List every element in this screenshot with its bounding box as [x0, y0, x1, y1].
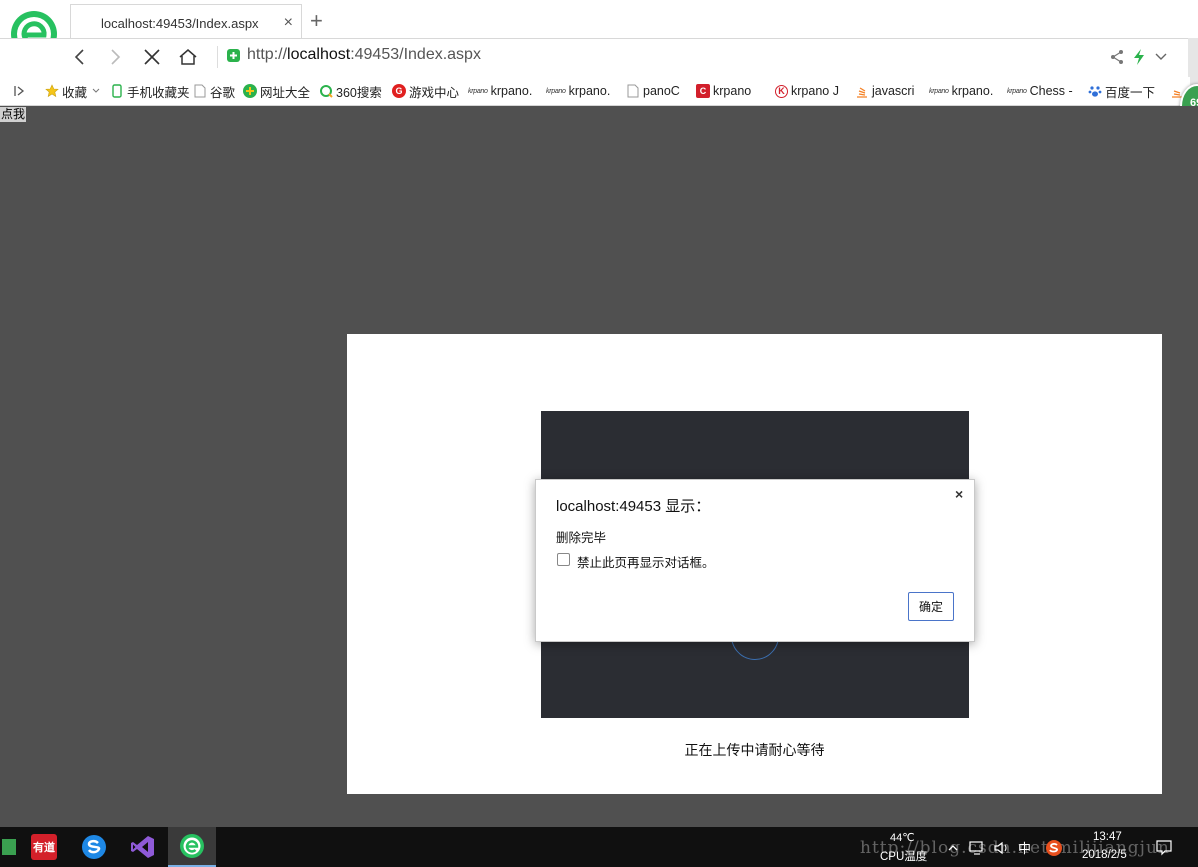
back-button[interactable]	[68, 45, 92, 69]
tray-expand-icon[interactable]	[946, 841, 960, 855]
share-icon[interactable]	[1109, 49, 1125, 65]
bookmark-krpano-j[interactable]: K krpano J	[775, 82, 839, 100]
bookmark-javascript[interactable]: javascri	[855, 82, 914, 100]
suppress-dialogs-label[interactable]: 禁止此页再显示对话框。	[577, 552, 715, 571]
sidebar-toggle-icon[interactable]	[12, 84, 26, 98]
forward-arrow-icon	[111, 49, 121, 65]
taskbar-sogou-browser[interactable]	[72, 827, 116, 867]
bookmark-label: 百度一下	[1105, 85, 1156, 100]
bookmark-label: krpano.	[951, 84, 994, 98]
tab-close-icon[interactable]: ×	[284, 14, 293, 32]
paw-icon	[1088, 84, 1102, 98]
visual-studio-icon	[131, 836, 154, 858]
bookmark-label: krpano.	[490, 84, 533, 98]
chevron-down-icon	[92, 88, 100, 93]
new-tab-button[interactable]: +	[310, 10, 323, 32]
bookmark-label: Chess -	[1029, 84, 1073, 98]
browser-e-icon	[180, 834, 204, 858]
stack-icon	[855, 84, 869, 98]
sogou-browser-icon	[82, 835, 106, 859]
krpano-icon: krpano	[929, 87, 949, 95]
clock-date[interactable]: 2018/2/5	[1082, 849, 1127, 861]
suppress-dialogs-checkbox[interactable]	[557, 553, 570, 566]
bookmark-label: javascri	[872, 84, 915, 98]
bookmark-mobile[interactable]: 手机收藏夹	[110, 82, 190, 100]
cpu-temperature-label: CPU温度	[880, 851, 928, 863]
back-arrow-icon	[74, 49, 84, 65]
volume-icon[interactable]	[993, 840, 1011, 856]
sogou-ime-icon[interactable]	[1045, 839, 1063, 857]
bookmark-label: krpano	[713, 84, 752, 98]
click-me-button[interactable]: 点我	[0, 107, 27, 122]
clock-time[interactable]: 13:47	[1093, 831, 1122, 843]
bookmark-360search[interactable]: 360搜索	[319, 82, 382, 100]
chevron-down-icon[interactable]	[1154, 50, 1168, 64]
address-bar[interactable]: http://localhost:49453/Index.aspx	[247, 46, 1117, 68]
dialog-close-icon[interactable]: ×	[955, 486, 963, 502]
stop-button[interactable]	[140, 45, 164, 69]
home-button[interactable]	[176, 45, 200, 69]
bookmark-krpano-3[interactable]: krpano krpano.	[929, 82, 993, 100]
tab-title: localhost:49453/Index.aspx	[101, 16, 259, 31]
taskbar-youdao[interactable]: 有道	[22, 827, 66, 867]
page-icon	[193, 84, 207, 98]
krpano-icon: krpano	[546, 87, 566, 95]
bookmark-label: 收藏	[62, 85, 88, 100]
secure-shield-icon[interactable]	[226, 48, 241, 63]
bookmark-label: 谷歌	[210, 85, 236, 100]
bookmark-label: 手机收藏夹	[127, 85, 190, 100]
game-icon: G	[392, 84, 406, 98]
c-icon: C	[696, 84, 710, 98]
bookmark-favorites[interactable]: 收藏	[45, 82, 101, 100]
search360-icon	[319, 84, 333, 98]
ok-button[interactable]: 确定	[908, 592, 954, 621]
tab-active[interactable]: localhost:49453/Index.aspx ×	[70, 4, 302, 39]
star-icon	[45, 84, 59, 98]
upload-wait-text: 正在上传中请耐心等待	[684, 742, 825, 758]
ime-indicator[interactable]: 中	[1018, 838, 1031, 857]
bookmark-krpano-1[interactable]: krpano krpano.	[468, 82, 532, 100]
bookmark-chess[interactable]: krpano Chess -	[1007, 82, 1073, 100]
sitelist-icon	[243, 84, 257, 98]
bookmark-krpano-2[interactable]: krpano krpano.	[546, 82, 610, 100]
page-icon	[626, 84, 640, 98]
address-path: :49453/Index.aspx	[350, 46, 481, 63]
bookmark-label: 网址大全	[260, 85, 311, 100]
cpu-temperature: 44℃	[890, 832, 915, 844]
bookmark-google[interactable]: 谷歌	[193, 82, 235, 100]
phone-icon	[110, 84, 124, 98]
taskbar-360-browser[interactable]	[168, 827, 216, 867]
bookmark-label: 360搜索	[336, 85, 382, 100]
bookmark-label: krpano J	[791, 84, 839, 98]
dialog-message: 删除完毕	[556, 531, 607, 545]
taskbar-visual-studio[interactable]	[121, 827, 165, 867]
bookmark-sitelist[interactable]: 网址大全	[243, 82, 310, 100]
bookmark-krpano-c[interactable]: C krpano	[696, 82, 751, 100]
home-icon	[179, 49, 197, 65]
krpano-icon: krpano	[468, 87, 488, 95]
lightning-icon[interactable]	[1132, 49, 1146, 65]
address-scheme: http://	[247, 46, 288, 63]
divider	[217, 46, 218, 68]
youdao-icon: 有道	[31, 834, 57, 860]
dialog-title: localhost:49453 显示：	[556, 498, 711, 515]
k-icon: K	[775, 84, 788, 98]
bookmark-baidu[interactable]: 百度一下	[1088, 82, 1155, 100]
alert-dialog: localhost:49453 显示： × 删除完毕 禁止此页再显示对话框。 确…	[535, 479, 975, 642]
bookmark-panoc[interactable]: panoC	[626, 82, 680, 100]
notifications-icon[interactable]	[1155, 838, 1173, 856]
bookmark-label: 游戏中心	[409, 85, 460, 100]
app-icon	[2, 839, 16, 855]
network-icon[interactable]	[968, 840, 986, 856]
stop-x-icon	[144, 49, 160, 65]
bookmark-label: krpano.	[568, 84, 611, 98]
bookmark-game-center[interactable]: G 游戏中心	[392, 82, 459, 100]
krpano-icon: krpano	[1007, 87, 1027, 95]
forward-button[interactable]	[103, 45, 127, 69]
bookmark-label: panoC	[643, 84, 680, 98]
address-host: localhost	[287, 46, 351, 63]
